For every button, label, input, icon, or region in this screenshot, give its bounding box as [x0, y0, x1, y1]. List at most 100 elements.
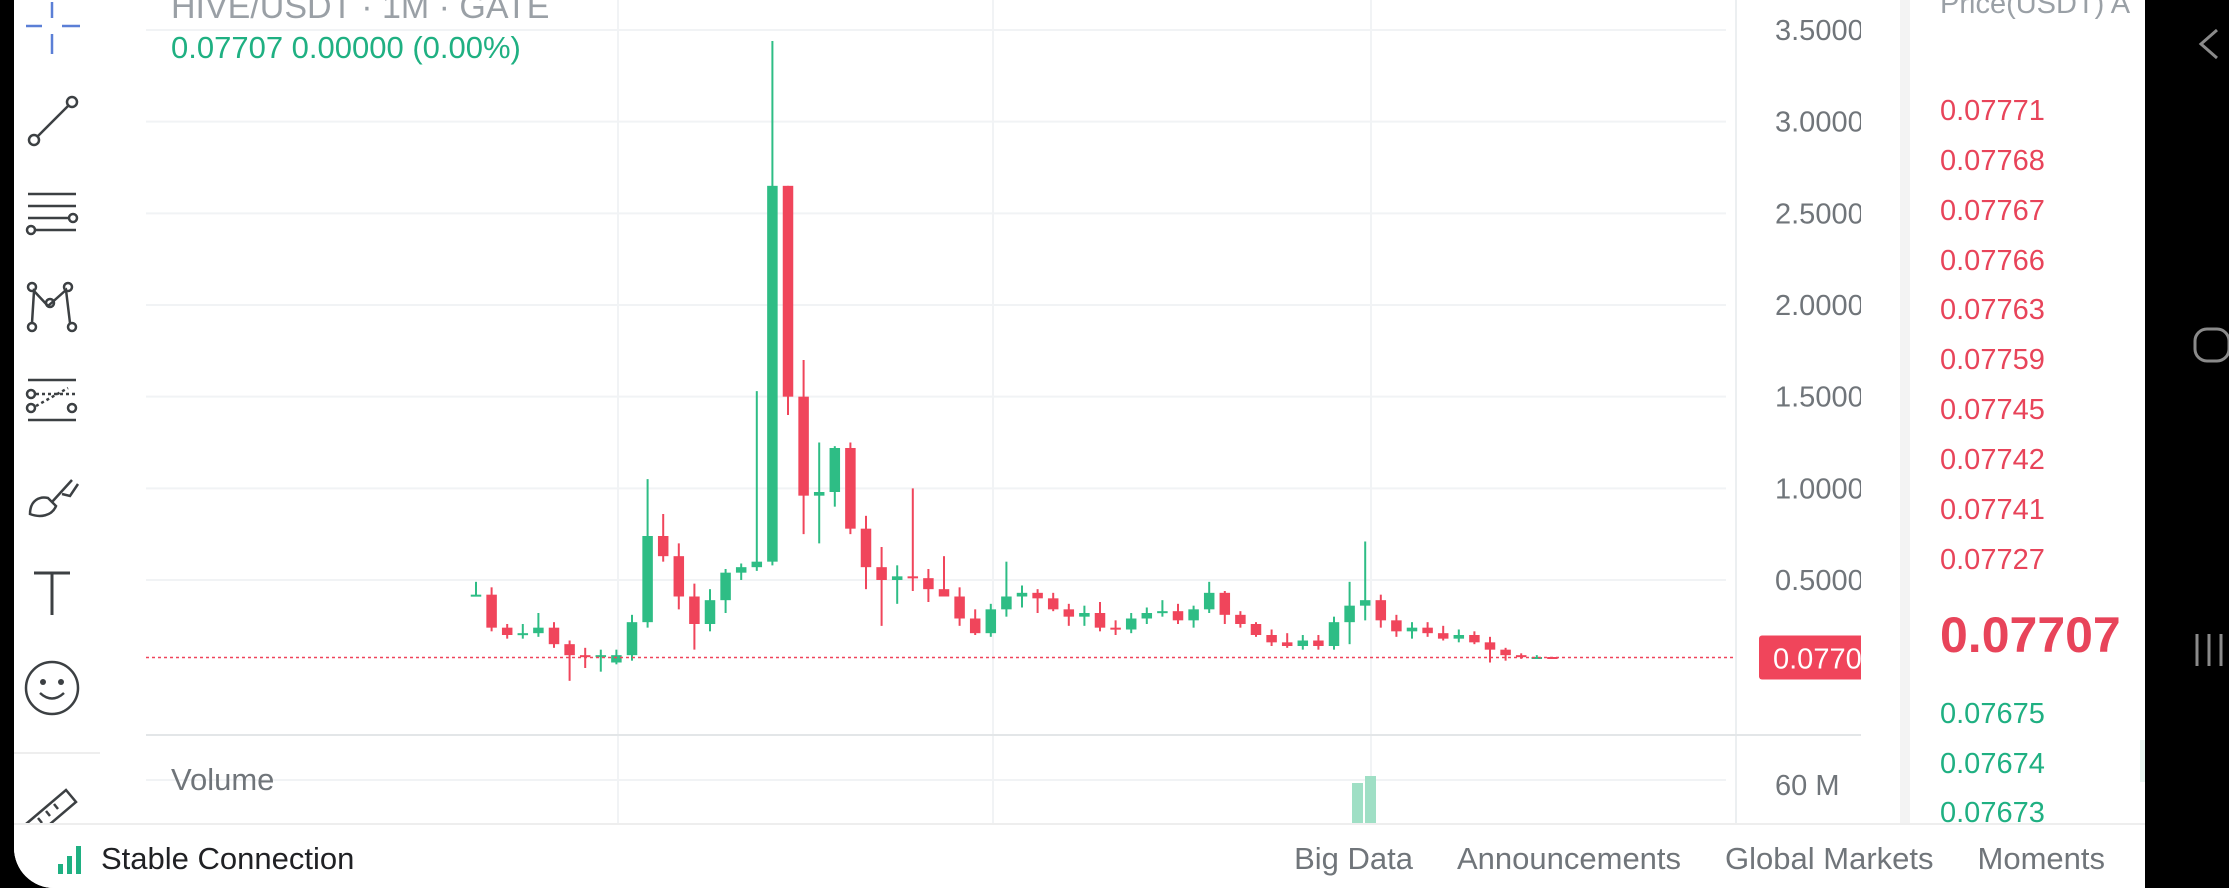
candle-body: [689, 596, 700, 624]
announcements-link[interactable]: Announcements: [1457, 841, 1681, 877]
candle-body: [985, 609, 997, 634]
candle-body: [751, 561, 763, 568]
candle-body: [704, 600, 716, 624]
ask-price[interactable]: 0.07767: [1940, 195, 2045, 228]
candle-body: [1219, 592, 1231, 615]
bid-price[interactable]: 0.07675: [1940, 698, 2045, 731]
ask-price[interactable]: 0.07727: [1940, 544, 2045, 577]
volume-label: Volume: [171, 762, 275, 797]
candle-body: [1125, 618, 1137, 630]
candle-body: [1016, 592, 1028, 597]
candle-body: [1141, 613, 1153, 619]
candle-body: [1235, 614, 1246, 624]
candle-body: [845, 448, 856, 529]
ask-price[interactable]: 0.07741: [1940, 494, 2045, 527]
candle-body: [1422, 627, 1433, 634]
price-axis-label: 3.00000: [1775, 107, 1861, 139]
candle-body: [1063, 609, 1075, 617]
candle-body: [1391, 620, 1402, 632]
candle-body: [1469, 635, 1480, 643]
crosshair-icon[interactable]: [22, 0, 82, 58]
candle-body: [626, 622, 638, 656]
candle-body: [657, 536, 669, 557]
ask-price[interactable]: 0.07763: [1940, 294, 2045, 327]
order-book-header: Price(USDT) A: [1940, 0, 2131, 20]
candle-body: [1453, 635, 1465, 639]
candle-body: [1079, 613, 1090, 617]
drawing-toolbar: [14, 0, 100, 838]
price-axis-label: 2.00000: [1775, 290, 1861, 322]
home-icon[interactable]: [2185, 315, 2229, 375]
price-axis-label: 2.50000: [1775, 198, 1861, 230]
candle-body: [1437, 633, 1449, 639]
candle-body: [782, 185, 794, 397]
candle-body: [1032, 592, 1043, 599]
moments-link[interactable]: Moments: [1978, 841, 2105, 877]
candle-body: [517, 633, 529, 636]
candle-body: [1110, 627, 1121, 630]
candle-body: [938, 589, 950, 597]
footer-links: Big Data Announcements Global Markets Mo…: [1294, 841, 2105, 877]
candle-body: [860, 528, 872, 568]
back-icon[interactable]: [2185, 14, 2229, 74]
candle-body: [1172, 611, 1184, 621]
price-axis-label: 1.00000: [1775, 473, 1861, 505]
candle-body: [1157, 611, 1168, 614]
ask-price[interactable]: 0.07759: [1940, 344, 2045, 377]
ask-price[interactable]: 0.07771: [1940, 95, 2045, 128]
candle-body: [1094, 613, 1106, 628]
candle-body: [1188, 609, 1199, 621]
global-markets-link[interactable]: Global Markets: [1725, 841, 1933, 877]
chart-canvas[interactable]: 3.50000 3.00000 2.50000 2.00000 1.50000 1.000…: [131, 0, 1861, 823]
chart-header: HIVE/USDT · 1M · GATE 0.07707 0.00000 (0…: [171, 0, 550, 65]
connection-status: Stable Connection: [58, 841, 354, 877]
chart-ohlc-readout: 0.07707 0.00000 (0.00%): [171, 30, 521, 65]
brush-icon[interactable]: [22, 466, 82, 526]
candle-body: [1484, 642, 1496, 650]
candle-body: [1344, 605, 1355, 623]
parallel-channel-icon[interactable]: [22, 370, 82, 430]
candle-body: [470, 594, 482, 597]
chart-title: HIVE/USDT · 1M · GATE: [171, 0, 550, 26]
candle-body: [611, 655, 622, 663]
price-axis-label: 0.50000: [1775, 565, 1861, 597]
candle-body: [829, 448, 841, 492]
ask-price[interactable]: 0.07742: [1940, 444, 2045, 477]
price-chart[interactable]: 3.50000 3.00000 2.50000 2.00000 1.50000 1.000…: [131, 0, 1861, 823]
candle-body: [1047, 598, 1059, 610]
text-icon[interactable]: [22, 563, 82, 623]
candle-body: [1297, 640, 1309, 646]
recents-icon[interactable]: [2185, 620, 2229, 680]
candle-body: [564, 644, 575, 656]
candle-body: [767, 185, 778, 562]
big-data-link[interactable]: Big Data: [1294, 841, 1413, 877]
candle-body: [673, 556, 685, 597]
volume-axis-label: 60 M: [1775, 770, 1839, 802]
candle-body: [907, 576, 919, 579]
last-price-tag-label: 0.07707: [1773, 644, 1861, 676]
candle-body: [735, 567, 747, 573]
app-screen: 3.50000 3.00000 2.50000 2.00000 1.50000 1.000…: [14, 0, 2145, 888]
candle-body: [954, 596, 965, 619]
candle-body: [813, 492, 825, 496]
trendline-icon[interactable]: [22, 92, 82, 152]
pattern-icon[interactable]: [22, 277, 82, 337]
candle-body: [1001, 596, 1012, 610]
ask-price[interactable]: 0.07745: [1940, 394, 2045, 427]
ask-price[interactable]: 0.07768: [1940, 145, 2045, 178]
fib-lines-icon[interactable]: [22, 184, 82, 244]
volume-bar: [1352, 783, 1363, 823]
ask-price[interactable]: 0.07766: [1940, 245, 2045, 278]
candle-body: [1281, 642, 1293, 646]
candle-body: [1203, 592, 1215, 610]
candle-body: [969, 618, 981, 634]
price-axis-label: 1.50000: [1775, 382, 1861, 414]
candle-body: [501, 627, 513, 635]
candle-body: [891, 576, 903, 580]
candle-body: [486, 594, 497, 628]
candle-body: [923, 578, 934, 590]
system-navigation-bar: [2145, 0, 2229, 888]
emoji-icon[interactable]: [22, 658, 82, 718]
signal-icon: [58, 844, 81, 874]
bid-price[interactable]: 0.07674: [1940, 748, 2045, 781]
